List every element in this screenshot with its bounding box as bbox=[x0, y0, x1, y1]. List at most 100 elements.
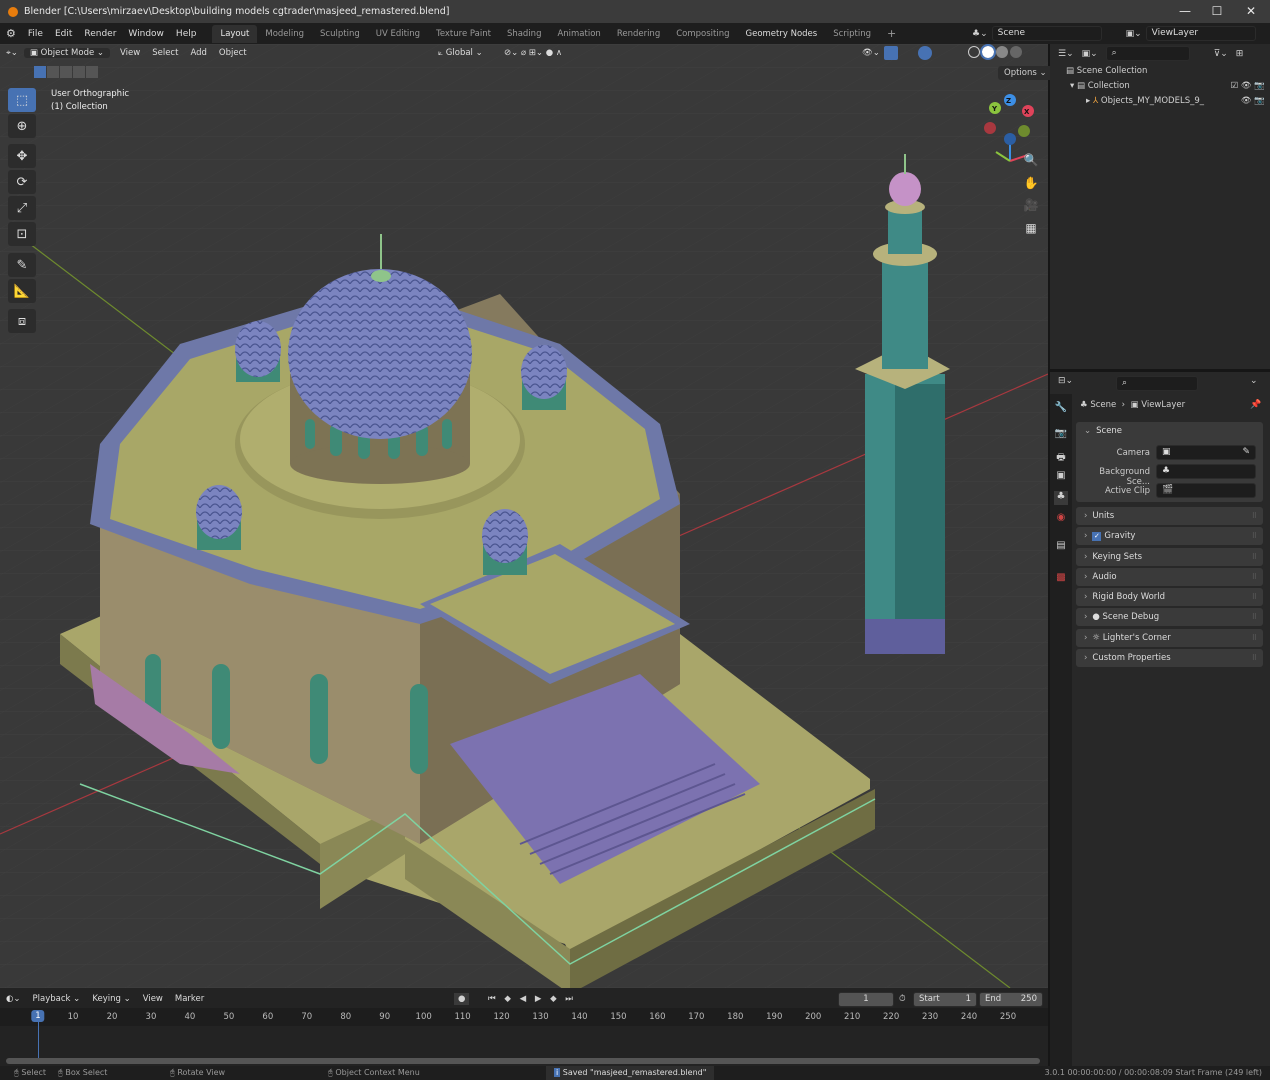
menu-playback[interactable]: Playback ⌄ bbox=[27, 994, 87, 1004]
texture-tab-icon[interactable]: ▩ bbox=[1054, 572, 1068, 586]
properties-search-input[interactable]: ⌕ bbox=[1116, 376, 1198, 391]
collection-visibility-icons[interactable]: ☑ 👁 📷 bbox=[1231, 81, 1265, 91]
perspective-grid-icon[interactable]: ▦ bbox=[1020, 217, 1042, 239]
menu-timeline-view[interactable]: View bbox=[137, 994, 169, 1004]
pivot-icon[interactable]: ⊘⌄ ⌀ ⊞⌄ ● ∧ bbox=[498, 48, 568, 58]
playhead[interactable] bbox=[38, 1020, 39, 1058]
panel-lighters-corner[interactable]: › ☼ Lighter's Corner ⠿ bbox=[1076, 629, 1263, 647]
selection-mode-buttons[interactable] bbox=[34, 66, 98, 78]
rendered-shading-icon[interactable] bbox=[1010, 46, 1022, 58]
select-new-icon[interactable] bbox=[34, 66, 46, 78]
transform-tool-icon[interactable]: ⊡ bbox=[8, 222, 36, 246]
panel-units[interactable]: › Units ⠿ bbox=[1076, 507, 1263, 525]
minimize-button[interactable]: — bbox=[1168, 0, 1202, 23]
filter-view-icon[interactable]: ▣⌄ bbox=[1082, 49, 1098, 59]
stopwatch-icon[interactable]: ⏱ bbox=[899, 994, 906, 1004]
panel-rigid-body-world[interactable]: › Rigid Body World ⠿ bbox=[1076, 588, 1263, 606]
3d-viewport[interactable] bbox=[0, 44, 1048, 988]
camera-field[interactable]: ▣ ✎ bbox=[1156, 445, 1256, 460]
tab-modeling[interactable]: Modeling bbox=[257, 25, 312, 43]
select-invert-icon[interactable] bbox=[73, 66, 85, 78]
pan-hand-icon[interactable]: ✋ bbox=[1020, 172, 1042, 194]
tab-animation[interactable]: Animation bbox=[549, 25, 608, 43]
menu-add[interactable]: Add bbox=[184, 48, 212, 58]
properties-options-icon[interactable]: ⌄ bbox=[1250, 376, 1258, 386]
editor-type-icon[interactable]: ⌖⌄ bbox=[0, 48, 24, 58]
menu-object[interactable]: Object bbox=[213, 48, 253, 58]
scene-selector[interactable]: Scene bbox=[991, 26, 1102, 41]
close-button[interactable]: ✕ bbox=[1234, 0, 1268, 23]
tab-shading[interactable]: Shading bbox=[499, 25, 550, 43]
tab-compositing[interactable]: Compositing bbox=[668, 25, 737, 43]
scene-panel-header[interactable]: ⌄ Scene bbox=[1076, 422, 1263, 440]
scale-tool-icon[interactable]: ⤢ bbox=[8, 196, 36, 220]
timeline-editor-icon[interactable]: ◐⌄ bbox=[0, 994, 27, 1004]
end-frame-field[interactable]: End 250 bbox=[979, 992, 1043, 1007]
active-clip-field[interactable]: 🎬 bbox=[1156, 483, 1256, 498]
menu-keying[interactable]: Keying ⌄ bbox=[86, 994, 136, 1004]
select-extend-icon[interactable] bbox=[47, 66, 59, 78]
collection-tab-icon[interactable]: ▤ bbox=[1054, 540, 1068, 554]
move-tool-icon[interactable]: ✥ bbox=[8, 144, 36, 168]
panel-gravity[interactable]: › ✓ Gravity ⠿ bbox=[1076, 527, 1263, 545]
tab-layout[interactable]: Layout bbox=[212, 24, 258, 43]
properties-editor-type-icon[interactable]: ⊟⌄ bbox=[1058, 376, 1073, 386]
scene-tab-icon[interactable]: ♣ bbox=[1054, 491, 1068, 505]
outliner-item-scene-collection[interactable]: ▤ Scene Collection bbox=[1066, 66, 1147, 76]
menu-render[interactable]: Render bbox=[78, 29, 122, 39]
scene-icon[interactable]: ♣⌄ bbox=[972, 29, 988, 39]
background-scene-field[interactable]: ♣ bbox=[1156, 464, 1256, 479]
auto-keying-button[interactable]: ● bbox=[454, 993, 470, 1005]
select-box-tool-icon[interactable]: ⬚ bbox=[8, 88, 36, 112]
tab-geometry-nodes[interactable]: Geometry Nodes bbox=[738, 25, 826, 43]
save-report[interactable]: i Saved "masjeed_remastered.blend" bbox=[546, 1066, 715, 1080]
menu-marker[interactable]: Marker bbox=[169, 994, 210, 1004]
select-intersect-icon[interactable] bbox=[86, 66, 98, 78]
overlay-toggle-icon[interactable] bbox=[918, 46, 932, 60]
menu-file[interactable]: File bbox=[22, 29, 49, 39]
viewlayer-selector[interactable]: ViewLayer bbox=[1145, 26, 1256, 41]
annotate-tool-icon[interactable]: ✎ bbox=[8, 253, 36, 277]
gravity-checkbox[interactable]: ✓ bbox=[1092, 532, 1102, 541]
pin-icon[interactable]: 📌 bbox=[1250, 400, 1261, 410]
outliner-search-input[interactable]: ⌕ bbox=[1105, 46, 1190, 61]
cursor-tool-icon[interactable]: ⊕ bbox=[8, 114, 36, 138]
tab-sculpting[interactable]: Sculpting bbox=[312, 25, 368, 43]
menu-select[interactable]: Select bbox=[146, 48, 184, 58]
gizmo-x-axis[interactable]: X bbox=[1024, 108, 1029, 116]
gizmo-toggle-icon[interactable] bbox=[884, 46, 898, 60]
add-cube-tool-icon[interactable]: ⧈ bbox=[8, 309, 36, 333]
menu-view[interactable]: View bbox=[114, 48, 146, 58]
panel-audio[interactable]: › Audio ⠿ bbox=[1076, 568, 1263, 586]
measure-tool-icon[interactable]: 📐 bbox=[8, 279, 36, 303]
world-tab-icon[interactable]: ◉ bbox=[1054, 512, 1068, 526]
playback-controls[interactable]: ⏮ ◆ ◀ ▶ ◆ ⏭ bbox=[488, 994, 576, 1004]
solid-shading-icon[interactable] bbox=[980, 44, 996, 60]
display-mode-icon[interactable]: ☰⌄ bbox=[1058, 49, 1074, 59]
viewlayer-icon[interactable]: ▣⌄ bbox=[1126, 29, 1142, 39]
transform-orientation-selector[interactable]: ⟀ Global ⌄ bbox=[432, 48, 489, 58]
rotate-tool-icon[interactable]: ⟳ bbox=[8, 170, 36, 194]
timeline-scrollbar[interactable] bbox=[6, 1058, 1040, 1064]
object-visibility-icons[interactable]: 👁 📷 bbox=[1241, 96, 1265, 106]
new-collection-icon[interactable]: ⊞ bbox=[1236, 49, 1244, 59]
menu-edit[interactable]: Edit bbox=[49, 29, 78, 39]
render-tab-icon[interactable]: 📷 bbox=[1054, 428, 1068, 442]
menu-window[interactable]: Window bbox=[122, 29, 170, 39]
outliner-item-objects[interactable]: ▸ ⅄ Objects_MY_MODELS_9_ 👁 📷 bbox=[1086, 96, 1265, 106]
tab-uv-editing[interactable]: UV Editing bbox=[368, 25, 428, 43]
start-frame-field[interactable]: Start 1 bbox=[913, 992, 977, 1007]
shading-modes[interactable] bbox=[968, 44, 1022, 60]
material-shading-icon[interactable] bbox=[996, 46, 1008, 58]
tool-tab-icon[interactable]: 🔧 bbox=[1054, 402, 1068, 416]
current-frame-marker[interactable]: 1 bbox=[31, 1010, 45, 1022]
select-subtract-icon[interactable] bbox=[60, 66, 72, 78]
add-workspace-button[interactable]: + bbox=[879, 23, 904, 44]
current-frame-field[interactable]: 1 bbox=[838, 992, 894, 1007]
camera-view-icon[interactable]: 🎥 bbox=[1020, 194, 1042, 216]
options-dropdown[interactable]: Options ⌄ bbox=[998, 66, 1053, 80]
tab-scripting[interactable]: Scripting bbox=[825, 25, 879, 43]
maximize-button[interactable]: ☐ bbox=[1200, 0, 1234, 23]
tab-rendering[interactable]: Rendering bbox=[609, 25, 668, 43]
view-layer-tab-icon[interactable]: ▣ bbox=[1054, 470, 1068, 484]
